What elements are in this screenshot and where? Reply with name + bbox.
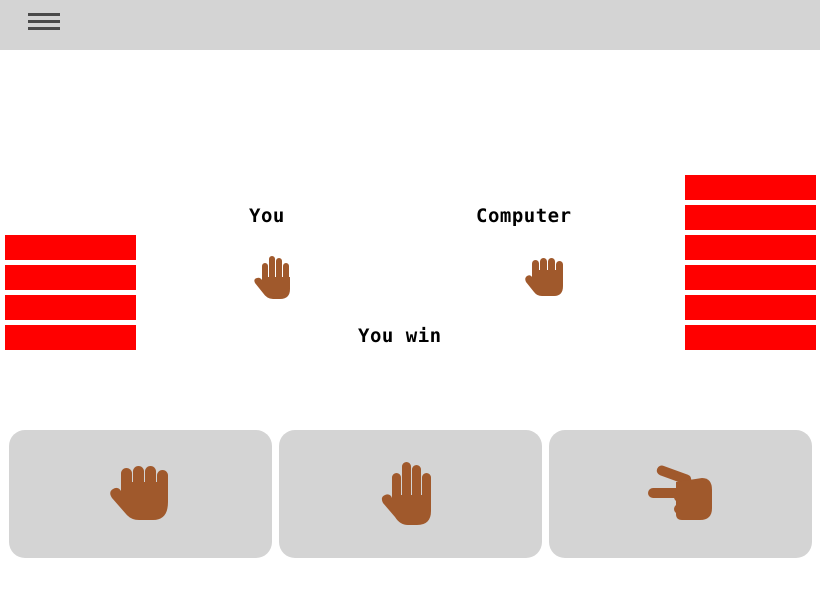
player-lives bbox=[5, 235, 136, 355]
rock-button[interactable] bbox=[9, 430, 272, 558]
computer-lives bbox=[685, 175, 816, 355]
life-bar bbox=[685, 235, 816, 260]
life-bar bbox=[5, 265, 136, 290]
hamburger-menu-icon[interactable] bbox=[26, 10, 62, 36]
rock-hand-icon bbox=[109, 466, 168, 520]
player-label: You bbox=[249, 205, 285, 227]
round-result: You win bbox=[358, 325, 442, 347]
paper-hand-icon bbox=[381, 462, 431, 525]
life-bar bbox=[685, 295, 816, 320]
life-bar bbox=[5, 235, 136, 260]
computer-label: Computer bbox=[476, 205, 572, 227]
life-bar bbox=[685, 265, 816, 290]
life-bar bbox=[685, 325, 816, 350]
life-bar bbox=[685, 205, 816, 230]
life-bar bbox=[685, 175, 816, 200]
paper-button[interactable] bbox=[279, 430, 542, 558]
scissors-hand-icon bbox=[647, 465, 712, 520]
rock-hand-icon bbox=[523, 256, 571, 300]
life-bar bbox=[5, 325, 136, 350]
top-bar bbox=[0, 0, 820, 50]
paper-hand-icon bbox=[253, 253, 297, 301]
scissors-button[interactable] bbox=[549, 430, 812, 558]
life-bar bbox=[5, 295, 136, 320]
